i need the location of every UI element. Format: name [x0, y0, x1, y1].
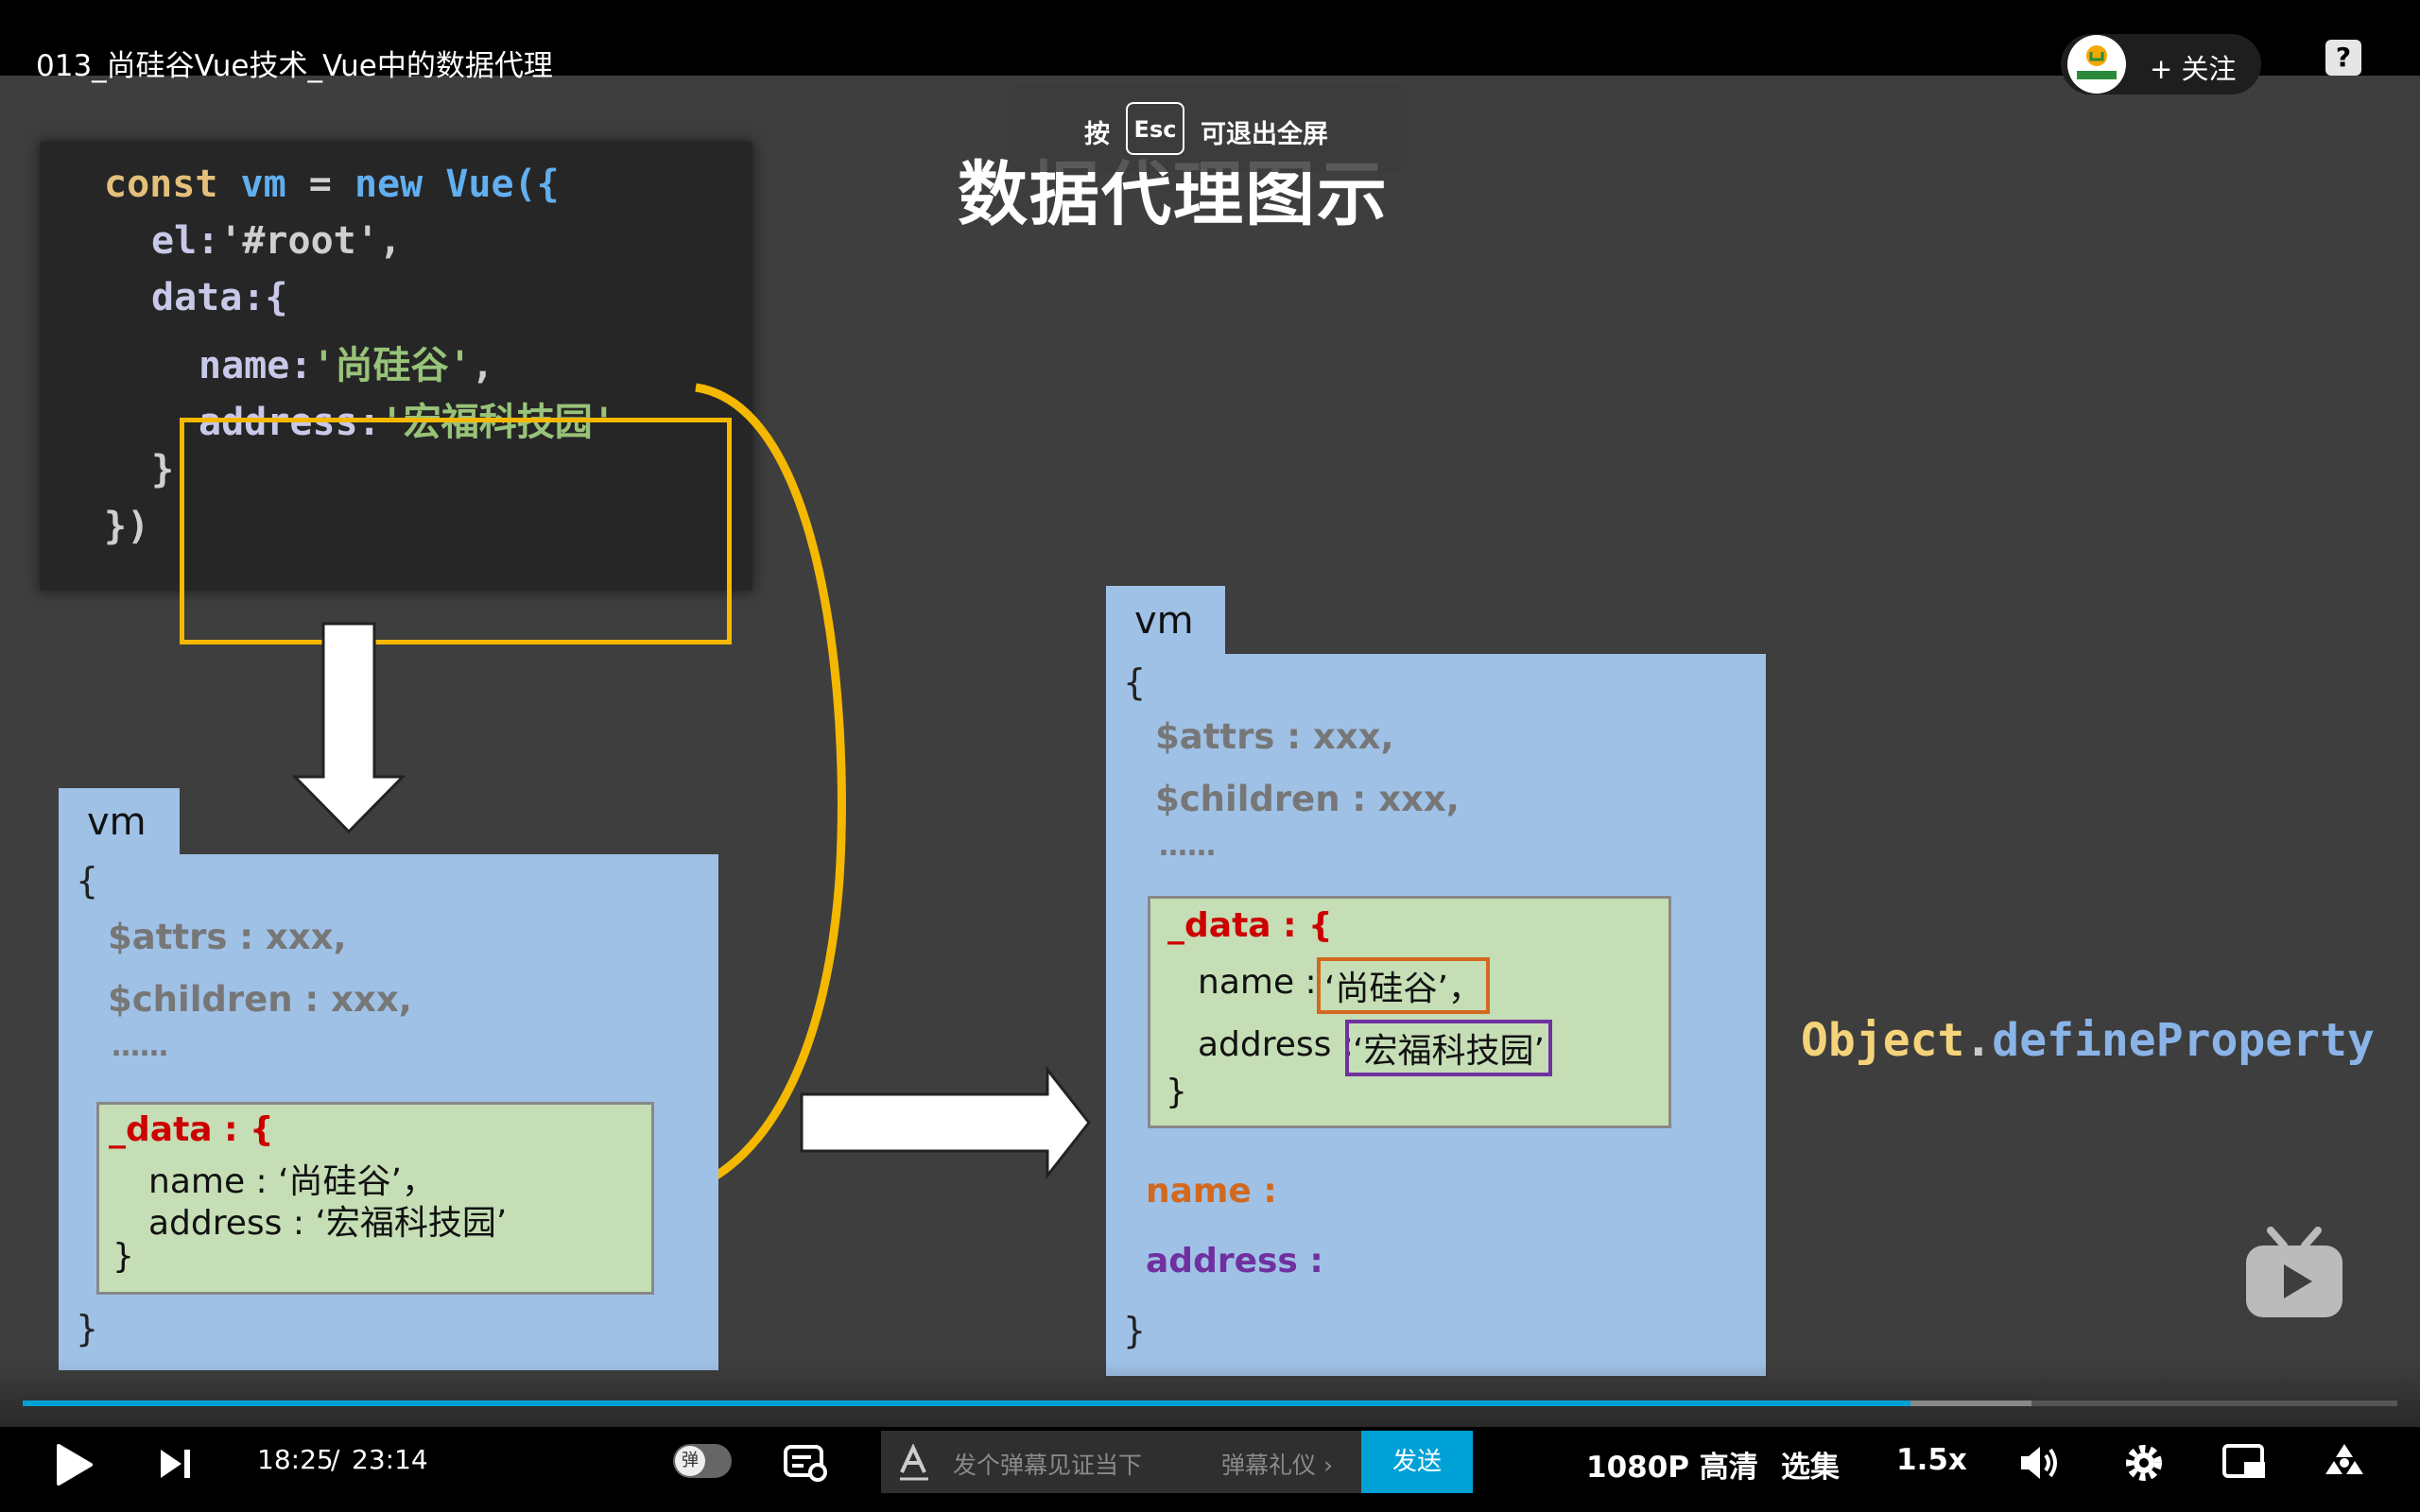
send-button[interactable]: 发送: [1361, 1431, 1473, 1493]
vm-right-data-key: _data : {: [1167, 906, 1333, 945]
text-style-icon[interactable]: [898, 1444, 930, 1482]
progress-shade: [0, 1361, 2420, 1427]
define-property-dot: .: [1964, 1014, 1993, 1067]
danmaku-placeholder[interactable]: 发个弹幕见证当下: [953, 1447, 1142, 1481]
vm-right-ellipsis: ……: [1159, 830, 1216, 863]
progress-track[interactable]: [23, 1400, 2397, 1406]
play-icon[interactable]: [53, 1442, 95, 1487]
down-arrow-icon: [291, 622, 406, 834]
danmaku-toggle[interactable]: 弹: [673, 1444, 732, 1478]
proxy-address-label: address :: [1146, 1242, 1323, 1280]
vm-right-children: $children : xxx,: [1155, 779, 1460, 819]
vm-right-close-brace: }: [1123, 1310, 1147, 1351]
time-separator: /: [331, 1444, 340, 1475]
vm-right-data-box: _data : { name : ‘尚硅谷’， address : ‘宏福科技园…: [1148, 896, 1671, 1128]
vm-right-name-value: ‘尚硅谷’，: [1317, 957, 1490, 1014]
episodes-button[interactable]: 选集: [1781, 1443, 1840, 1486]
pip-icon[interactable]: [2221, 1442, 2269, 1484]
vm-right-open-brace: {: [1123, 662, 1147, 703]
vm-left-data-key: _data : {: [109, 1110, 274, 1149]
fullscreen-icon[interactable]: [2322, 1440, 2367, 1486]
danmaku-toggle-icon: 弹: [675, 1446, 705, 1476]
video-player[interactable]: 013_尚硅谷Vue技术_Vue中的数据代理 + 关注 ? 数据代理图示 按 E…: [0, 0, 2420, 1512]
vm-right-panel: { $attrs : xxx, $children : xxx, …… _dat…: [1106, 654, 1766, 1376]
vm-left-tab: vm: [59, 788, 180, 856]
vm-right-tab: vm: [1106, 586, 1225, 656]
define-property-label: Object.defineProperty: [1801, 1014, 2375, 1067]
danmaku-etiquette-link[interactable]: 弹幕礼仪 ›: [1221, 1447, 1333, 1481]
vm-left-attrs: $attrs : xxx,: [108, 917, 347, 957]
next-icon[interactable]: [159, 1446, 193, 1482]
vm-left-address-line: address : ‘宏福科技园’: [148, 1204, 508, 1243]
vm-right-address-value: ‘宏福科技园’: [1345, 1020, 1552, 1076]
vm-left-children: $children : xxx,: [108, 979, 412, 1020]
vm-left-data-box: _data : { name : ‘尚硅谷’， address : ‘宏福科技园…: [96, 1102, 654, 1295]
define-property-method: defineProperty: [1992, 1014, 2375, 1067]
vm-right-attrs: $attrs : xxx,: [1155, 716, 1394, 757]
settings-icon[interactable]: [2121, 1440, 2167, 1486]
right-arrow-icon: [800, 1065, 1091, 1180]
progress-played: [23, 1400, 1911, 1406]
vm-left-close-brace: }: [76, 1308, 99, 1349]
vm-right-address-key: address :: [1198, 1025, 1365, 1064]
vm-left-inner-close: }: [112, 1237, 134, 1276]
vm-right-inner-close: }: [1166, 1073, 1187, 1111]
danmaku-settings-icon[interactable]: [783, 1444, 828, 1482]
vm-right-name-key: name :: [1198, 963, 1328, 1002]
total-time: 23:14: [352, 1444, 428, 1475]
quality-selector[interactable]: 1080P 高清: [1586, 1443, 1758, 1486]
speed-selector[interactable]: 1.5x: [1896, 1443, 1967, 1477]
vm-left-ellipsis: ……: [112, 1030, 168, 1063]
vm-left-open-brace: {: [76, 860, 99, 902]
define-property-object: Object: [1801, 1014, 1965, 1067]
vm-left-panel: { $attrs : xxx, $children : xxx, …… _dat…: [59, 854, 718, 1370]
proxy-name-label: name :: [1146, 1172, 1277, 1211]
volume-icon[interactable]: [2017, 1442, 2061, 1484]
bilibili-tv-icon[interactable]: [2242, 1225, 2346, 1321]
current-time: 18:25: [257, 1444, 334, 1475]
